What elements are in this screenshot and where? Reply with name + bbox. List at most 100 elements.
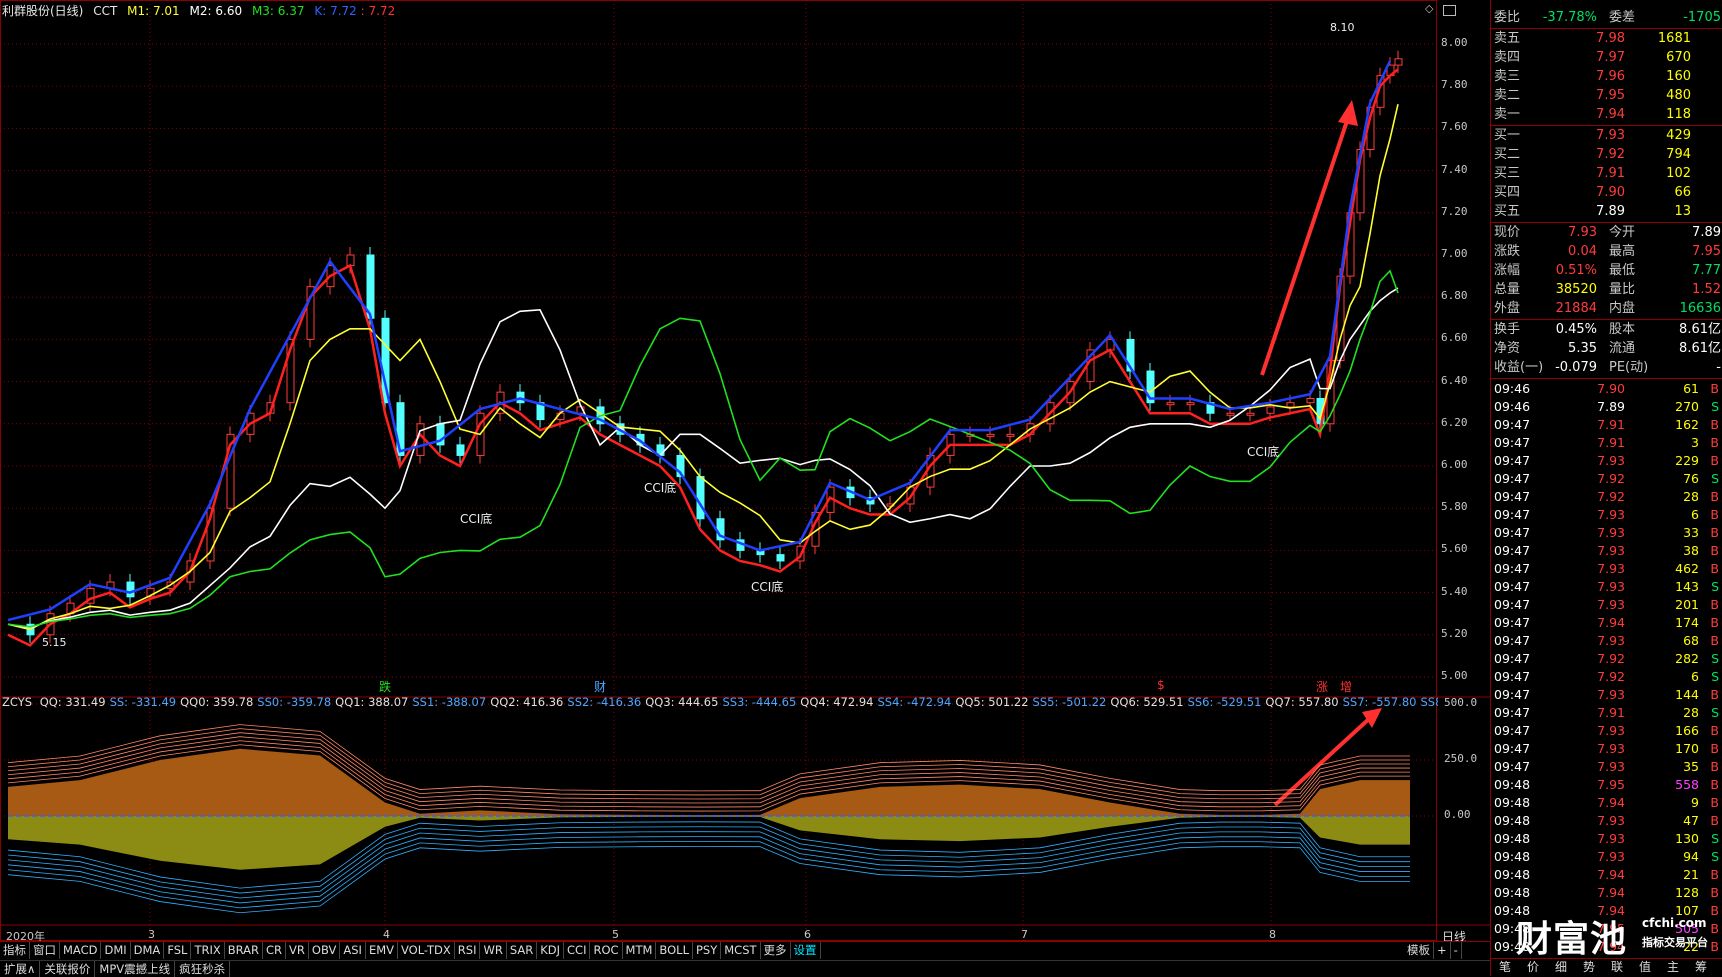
event-marker[interactable]: 涨 — [1316, 678, 1328, 695]
price-tick-label: 7.20 — [1441, 204, 1468, 218]
indicator-tab[interactable]: WR — [480, 942, 507, 959]
event-marker[interactable]: 跌 — [379, 678, 391, 695]
ask-volume: 118 — [1666, 107, 1691, 122]
weibi-label: 委比 — [1494, 10, 1521, 25]
weicha-value: -1705 — [1683, 10, 1721, 25]
tab-bar-control[interactable]: + — [1434, 942, 1451, 959]
indicator-tab[interactable]: KDJ — [537, 942, 565, 959]
tick-side: S — [1711, 669, 1719, 684]
bid-label: 买一 — [1494, 128, 1521, 143]
indicator-tab[interactable]: EMV — [366, 942, 398, 959]
event-marker[interactable]: $ — [1157, 678, 1165, 692]
price-tick-label: 6.80 — [1441, 289, 1468, 303]
candle-body — [1286, 402, 1295, 408]
price-tick-label: 7.60 — [1441, 120, 1468, 134]
tick-price: 7.91 — [1597, 705, 1625, 720]
indicator-tab[interactable]: VOL-TDX — [398, 942, 455, 959]
candle-body — [696, 476, 705, 520]
indicator-tab[interactable]: CCI — [564, 942, 591, 959]
tick-volume: 558 — [1675, 777, 1699, 792]
tick-volume: 174 — [1675, 615, 1699, 630]
tick-time: 09:46 — [1494, 381, 1531, 396]
indicator-name[interactable]: CCT — [93, 4, 117, 18]
tick-time: 09:48 — [1494, 867, 1531, 882]
bid-price: 7.92 — [1596, 147, 1625, 162]
indicator-legend-item: SS7: -557.80 — [1342, 695, 1417, 709]
tick-side: B — [1710, 777, 1719, 792]
tick-volume: 128 — [1675, 885, 1699, 900]
indicator-tab[interactable]: 更多 — [761, 942, 791, 959]
bottom-toolbar-item[interactable]: 疯狂秒杀 — [175, 961, 231, 977]
tick-time: 09:47 — [1494, 543, 1531, 558]
bottom-toolbar-item[interactable]: MPV震撼上线 — [95, 961, 176, 977]
indicator-tab[interactable]: SAR — [507, 942, 538, 959]
quote-label: 最高 — [1609, 244, 1636, 259]
bottom-toolbar-item[interactable]: 扩展∧ — [0, 961, 41, 977]
tick-side: B — [1710, 561, 1719, 576]
tick-price: 7.93 — [1597, 597, 1625, 612]
tick-time: 09:47 — [1494, 723, 1531, 738]
indicator-tab[interactable]: 窗口 — [30, 942, 60, 959]
indicator-tab[interactable]: PSY — [693, 942, 722, 959]
cci-bottom-label: CCI底 — [1247, 445, 1280, 459]
indicator-tab[interactable]: BRAR — [225, 942, 264, 959]
indicator-tab[interactable]: BOLL — [656, 942, 693, 959]
indicator-tab[interactable]: CR — [263, 942, 287, 959]
tick-side: S — [1711, 705, 1719, 720]
bottom-toolbar: 扩展∧ 关联报价 MPV震撼上线 疯狂秒杀 — [0, 960, 1490, 977]
event-marker[interactable]: 增 — [1340, 678, 1352, 695]
side-panel-tab[interactable]: 笔 — [1491, 959, 1519, 976]
indicator-tab[interactable]: MTM — [623, 942, 657, 959]
ask-row: 卖三 7.96 160 — [1491, 67, 1722, 86]
side-panel-tab[interactable]: 主 — [1659, 959, 1687, 976]
tick-time: 09:47 — [1494, 561, 1531, 576]
candle-body — [1006, 433, 1015, 437]
indicator-tab[interactable]: MCST — [721, 942, 761, 959]
indicator-tab[interactable]: FSL — [164, 942, 192, 959]
indicator-tab[interactable]: TRIX — [191, 942, 225, 959]
tick-side: B — [1710, 525, 1719, 540]
restore-window-icon[interactable] — [1443, 5, 1456, 16]
tick-row: 09:47 7.91 3 B — [1491, 434, 1722, 452]
diamond-icon[interactable]: ◇ — [1425, 2, 1433, 15]
indicator-tab[interactable]: DMI — [101, 942, 131, 959]
tick-side: S — [1711, 399, 1719, 414]
indicator-sub-name[interactable]: ZCYS — [2, 695, 32, 709]
bottom-toolbar-item[interactable]: 关联报价 — [40, 961, 96, 977]
indicator-tab[interactable]: DMA — [131, 942, 165, 959]
kline-chart-svg[interactable] — [0, 0, 1490, 976]
indicator-tab[interactable]: RSI — [455, 942, 481, 959]
tick-volume: 33 — [1683, 525, 1699, 540]
finance-label: PE(动) — [1609, 360, 1649, 375]
time-tick-label: 6 — [804, 928, 811, 941]
tick-row: 09:47 7.93 6 B — [1491, 506, 1722, 524]
indicator-tab[interactable]: OBV — [309, 942, 341, 959]
quote-value: 7.95 — [1692, 244, 1721, 259]
tick-row: 09:47 7.91 28 S — [1491, 704, 1722, 722]
tab-bar-control[interactable]: 模板 — [1404, 942, 1434, 959]
tick-time: 09:47 — [1494, 741, 1531, 756]
candle-body — [1226, 412, 1235, 416]
indicator-tab[interactable]: ASI — [340, 942, 366, 959]
indicator-legend-item: QQ6: 529.51 — [1110, 695, 1184, 709]
tick-time: 09:47 — [1494, 507, 1531, 522]
tick-side: B — [1710, 723, 1719, 738]
indicator-tab[interactable]: ROC — [590, 942, 623, 959]
event-marker[interactable]: 财 — [594, 678, 606, 695]
side-panel-tab[interactable]: 值 — [1631, 959, 1659, 976]
indicator-tab[interactable]: MACD — [60, 942, 102, 959]
indicator-tab[interactable]: VR — [286, 942, 309, 959]
tick-price: 7.93 — [1597, 687, 1625, 702]
tick-price: 7.93 — [1597, 453, 1625, 468]
kline-chart-panel[interactable]: 利群股份(日线) CCT M1: 7.01 M2: 6.60 M3: 6.37 … — [0, 0, 1490, 977]
legend-k2: : 7.72 — [360, 4, 396, 18]
tab-bar-control[interactable]: - — [1451, 942, 1462, 959]
indicator-legend-item: SS5: -501.22 — [1032, 695, 1107, 709]
side-panel-tab[interactable]: 筹 — [1687, 959, 1715, 976]
indicator-tab[interactable]: 设置 — [791, 942, 821, 959]
tick-row: 09:47 7.93 170 B — [1491, 740, 1722, 758]
indicator-tab[interactable]: 指标 — [0, 942, 30, 959]
candle-body — [1186, 402, 1195, 406]
tick-row: 09:47 7.91 162 B — [1491, 416, 1722, 434]
candle-body — [1306, 397, 1315, 404]
